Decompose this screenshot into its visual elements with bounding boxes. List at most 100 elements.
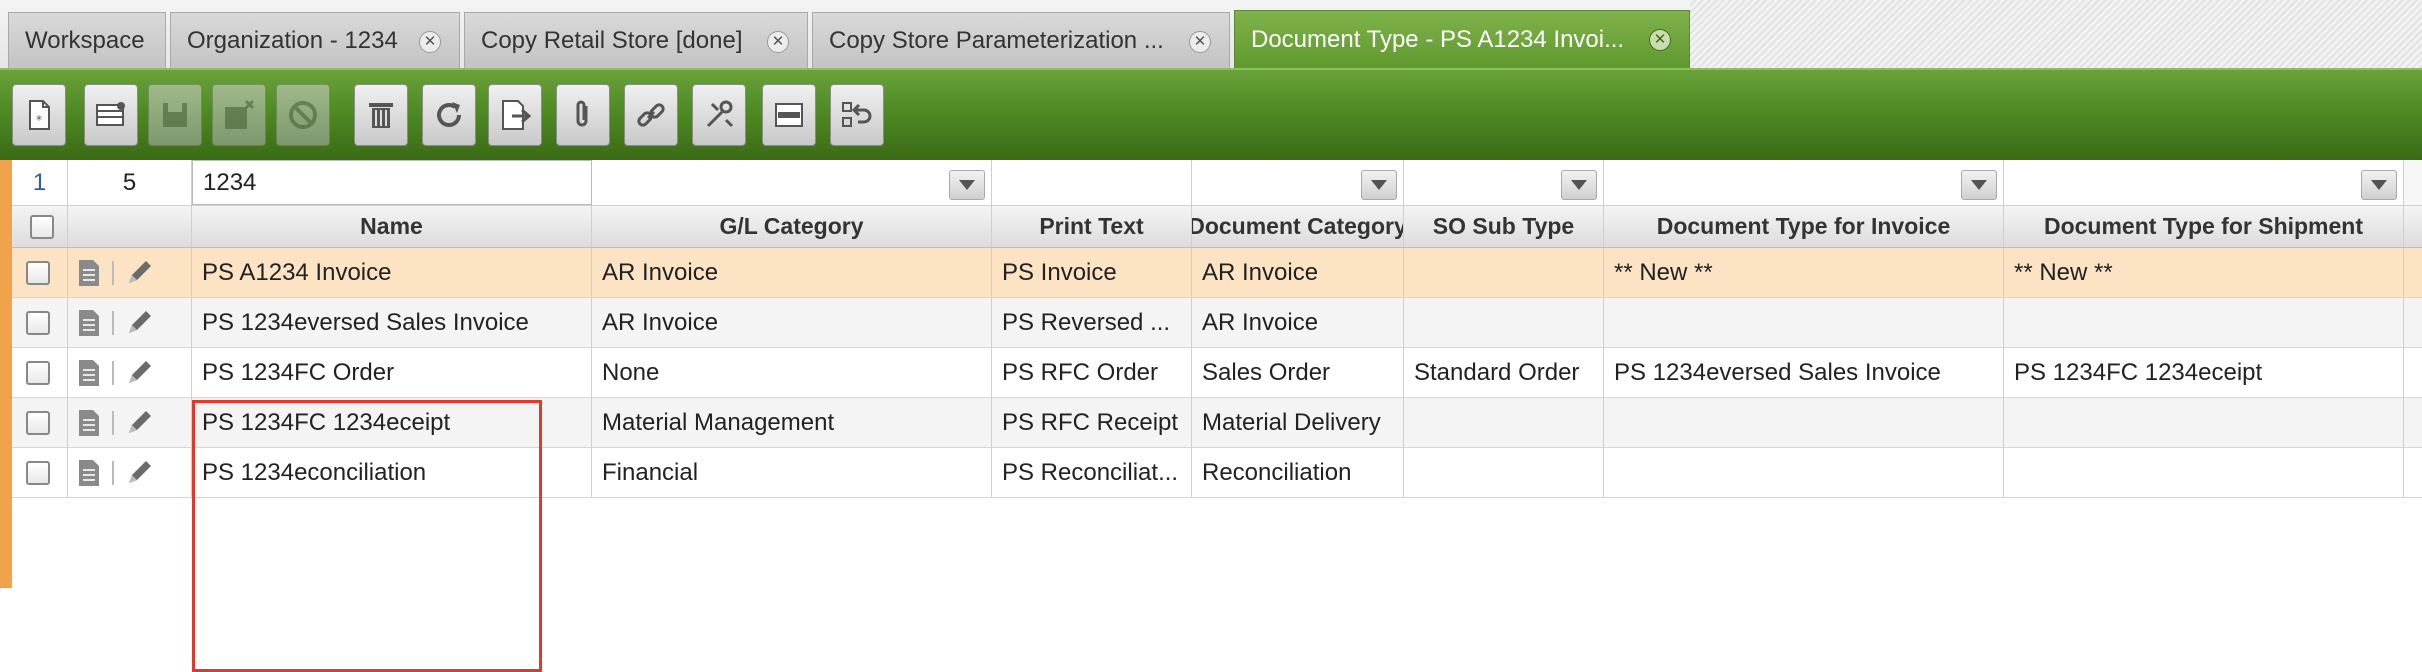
cell-doc-type-shipment[interactable] (2004, 398, 2404, 447)
row-checkbox[interactable] (26, 460, 50, 485)
form-view-button[interactable] (762, 84, 816, 146)
close-icon[interactable]: ✕ (1649, 29, 1671, 51)
tab-copy-retail-store[interactable]: Copy Retail Store [done] ✕ (464, 12, 808, 68)
export-button[interactable] (488, 84, 542, 146)
row-actions (68, 248, 192, 297)
cell-name[interactable]: PS 1234FC 1234eceipt (192, 398, 592, 447)
cell-gl-category[interactable]: None (592, 348, 992, 397)
refresh-button[interactable] (422, 84, 476, 146)
cell-name[interactable]: PS 1234FC Order (192, 348, 592, 397)
close-icon[interactable]: ✕ (1189, 31, 1211, 53)
tab-workspace[interactable]: Workspace (8, 12, 166, 68)
row-select-cell (12, 398, 68, 447)
select-all-checkbox[interactable] (29, 214, 54, 239)
doc-type-invoice-filter[interactable] (1604, 160, 2004, 205)
cell-document-category[interactable]: AR Invoice (1192, 298, 1404, 347)
cell-doc-type-shipment[interactable]: PS 1234FC 1234eceipt (2004, 348, 2404, 397)
tools-button[interactable] (692, 84, 746, 146)
cell-doc-type-invoice[interactable] (1604, 448, 2004, 497)
save-close-button[interactable] (212, 84, 266, 146)
document-icon[interactable] (76, 358, 102, 388)
so-sub-type-filter[interactable] (1404, 160, 1604, 205)
table-row[interactable]: PS 1234FC Order None PS RFC Order Sales … (12, 348, 2422, 398)
table-row[interactable]: PS 1234econciliation Financial PS Reconc… (12, 448, 2422, 498)
cell-gl-category[interactable]: Financial (592, 448, 992, 497)
row-checkbox[interactable] (26, 310, 50, 335)
cell-doc-type-invoice[interactable] (1604, 398, 2004, 447)
document-icon[interactable] (76, 258, 102, 288)
column-header-so-sub-type[interactable]: SO Sub Type (1404, 206, 1604, 247)
column-header-doc-type-shipment[interactable]: Document Type for Shipment (2004, 206, 2404, 247)
cell-document-category[interactable]: Sales Order (1192, 348, 1404, 397)
cell-gl-category[interactable]: AR Invoice (592, 248, 992, 297)
attachment-button[interactable] (556, 84, 610, 146)
print-text-filter[interactable] (992, 160, 1192, 205)
chevron-down-icon[interactable] (1361, 170, 1397, 200)
cell-so-sub-type[interactable] (1404, 398, 1604, 447)
column-header-name[interactable]: Name (192, 206, 592, 247)
cell-print-text[interactable]: PS Reversed ... (992, 298, 1192, 347)
cell-so-sub-type[interactable] (1404, 448, 1604, 497)
chevron-down-icon[interactable] (949, 170, 985, 200)
edit-pencil-icon[interactable] (124, 358, 154, 388)
new-document-button[interactable]: * (12, 84, 66, 146)
cell-so-sub-type[interactable] (1404, 248, 1604, 297)
separator (112, 410, 114, 435)
delete-button[interactable] (354, 84, 408, 146)
doc-type-shipment-filter[interactable] (2004, 160, 2404, 205)
row-checkbox[interactable] (26, 410, 50, 435)
cell-gl-category[interactable]: AR Invoice (592, 298, 992, 347)
cell-doc-type-invoice[interactable] (1604, 298, 2004, 347)
save-button[interactable] (148, 84, 202, 146)
new-record-grid-button[interactable] (84, 84, 138, 146)
cell-doc-type-shipment[interactable] (2004, 448, 2404, 497)
column-header-doc-type-invoice[interactable]: Document Type for Invoice (1604, 206, 2004, 247)
column-header-gl-category[interactable]: G/L Category (592, 206, 992, 247)
row-checkbox[interactable] (26, 360, 50, 385)
column-header-print-text[interactable]: Print Text (992, 206, 1192, 247)
link-button[interactable] (624, 84, 678, 146)
tab-organization[interactable]: Organization - 1234 ✕ (170, 12, 460, 68)
cell-name[interactable]: PS A1234 Invoice (192, 248, 592, 297)
edit-pencil-icon[interactable] (124, 408, 154, 438)
column-header-document-category[interactable]: Document Category (1192, 206, 1404, 247)
document-icon[interactable] (76, 408, 102, 438)
cell-so-sub-type[interactable]: Standard Order (1404, 348, 1604, 397)
cell-name[interactable]: PS 1234econciliation (192, 448, 592, 497)
edit-pencil-icon[interactable] (124, 308, 154, 338)
cancel-button[interactable] (276, 84, 330, 146)
document-icon[interactable] (76, 308, 102, 338)
cell-doc-type-shipment[interactable]: ** New ** (2004, 248, 2404, 297)
cell-doc-type-shipment[interactable] (2004, 298, 2404, 347)
chevron-down-icon[interactable] (2361, 170, 2397, 200)
cell-document-category[interactable]: Reconciliation (1192, 448, 1404, 497)
tab-copy-store-parameterization[interactable]: Copy Store Parameterization ... ✕ (812, 12, 1230, 68)
cell-doc-type-invoice[interactable]: PS 1234eversed Sales Invoice (1604, 348, 2004, 397)
document-category-filter[interactable] (1192, 160, 1404, 205)
cell-print-text[interactable]: PS Reconciliat... (992, 448, 1192, 497)
row-checkbox[interactable] (26, 260, 50, 285)
cell-name[interactable]: PS 1234eversed Sales Invoice (192, 298, 592, 347)
chevron-down-icon[interactable] (1561, 170, 1597, 200)
cell-print-text[interactable]: PS Invoice (992, 248, 1192, 297)
close-icon[interactable]: ✕ (767, 31, 789, 53)
cell-doc-type-invoice[interactable]: ** New ** (1604, 248, 2004, 297)
table-row[interactable]: PS 1234eversed Sales Invoice AR Invoice … (12, 298, 2422, 348)
table-row[interactable]: PS 1234FC 1234eceipt Material Management… (12, 398, 2422, 448)
cell-print-text[interactable]: PS RFC Receipt (992, 398, 1192, 447)
cell-so-sub-type[interactable] (1404, 298, 1604, 347)
cell-document-category[interactable]: Material Delivery (1192, 398, 1404, 447)
close-icon[interactable]: ✕ (419, 31, 441, 53)
document-icon[interactable] (76, 458, 102, 488)
cell-document-category[interactable]: AR Invoice (1192, 248, 1404, 297)
cell-print-text[interactable]: PS RFC Order (992, 348, 1192, 397)
tab-document-type[interactable]: Document Type - PS A1234 Invoi... ✕ (1234, 10, 1690, 68)
table-row[interactable]: PS A1234 Invoice AR Invoice PS Invoice A… (12, 248, 2422, 298)
cell-gl-category[interactable]: Material Management (592, 398, 992, 447)
edit-pencil-icon[interactable] (124, 258, 154, 288)
chevron-down-icon[interactable] (1961, 170, 1997, 200)
name-filter-input[interactable]: 1234 (192, 160, 592, 205)
edit-pencil-icon[interactable] (124, 458, 154, 488)
gl-category-filter[interactable] (592, 160, 992, 205)
undo-button[interactable] (830, 84, 884, 146)
